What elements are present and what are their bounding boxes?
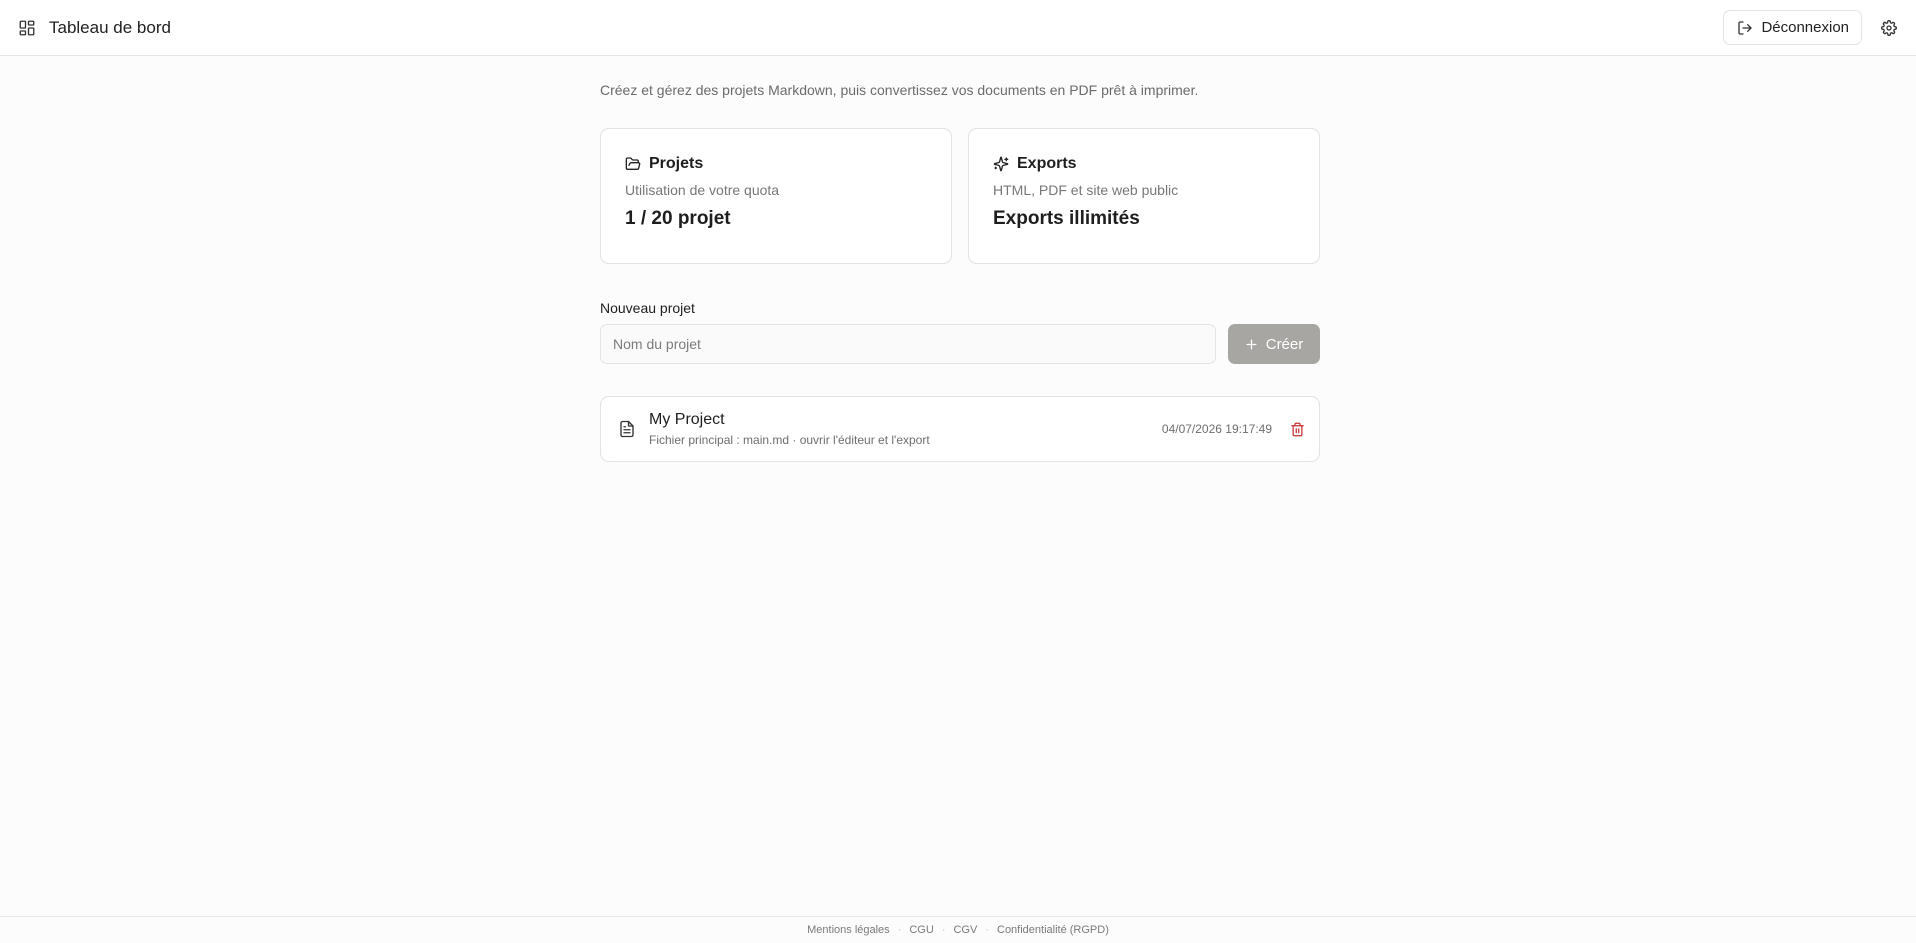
exports-card-title: Exports — [1017, 155, 1077, 172]
exports-value: Exports illimités — [993, 208, 1140, 229]
footer-link-legal[interactable]: Mentions légales — [807, 924, 890, 936]
projects-quota-value: 1 / 20 projet — [625, 208, 731, 229]
projects-card-header: Projets — [625, 155, 927, 173]
delete-project-button[interactable] — [1290, 422, 1305, 437]
brand: Tableau de bord — [18, 18, 171, 38]
logout-label: Déconnexion — [1761, 19, 1849, 36]
logout-button[interactable]: Déconnexion — [1723, 10, 1862, 45]
footer-separator: · — [985, 924, 989, 936]
exports-card: Exports HTML, PDF et site web public Exp… — [968, 128, 1320, 264]
footer-separator: · — [897, 924, 902, 936]
project-name[interactable]: My Project — [649, 411, 1162, 429]
log-out-icon — [1737, 20, 1753, 36]
exports-card-subtitle: HTML, PDF et site web public — [993, 182, 1179, 198]
create-label: Créer — [1265, 335, 1304, 353]
list-item[interactable]: My Project Fichier principal : main.md ·… — [600, 396, 1320, 462]
top-bar: Tableau de bord Déconnexion — [0, 0, 1916, 56]
project-name-input[interactable] — [600, 324, 1216, 364]
projects-card-title: Projets — [649, 155, 704, 172]
folder-open-icon — [625, 156, 641, 172]
page-title: Tableau de bord — [49, 17, 171, 37]
project-date: 04/07/2026 19:17:49 — [1161, 422, 1272, 436]
plus-icon — [1245, 338, 1258, 351]
header-actions: Déconnexion — [1723, 10, 1900, 45]
gear-icon — [1881, 19, 1897, 36]
new-project-label: Nouveau projet — [600, 300, 695, 316]
projects-card-subtitle: Utilisation de votre quota — [625, 182, 780, 198]
footer: Mentions légales · CGU · CGV · Confident… — [0, 916, 1916, 943]
footer-link-cgu[interactable]: CGU — [909, 924, 933, 936]
sparkles-icon — [993, 156, 1009, 172]
trash-icon — [1290, 422, 1305, 437]
exports-card-header: Exports — [993, 155, 1295, 173]
new-project-form: Créer — [600, 324, 1320, 364]
main-content: Créez et gérez des projets Markdown, pui… — [600, 56, 1320, 462]
stat-cards: Projets Utilisation de votre quota 1 / 2… — [600, 128, 1320, 264]
create-project-button[interactable]: Créer — [1228, 324, 1320, 364]
file-text-icon — [618, 419, 636, 439]
intro-text: Créez et gérez des projets Markdown, pui… — [600, 82, 1199, 98]
settings-button[interactable] — [1878, 17, 1900, 39]
layout-dashboard-icon — [18, 19, 36, 37]
footer-link-privacy[interactable]: Confidentialité (RGPD) — [997, 924, 1109, 936]
projects-card: Projets Utilisation de votre quota 1 / 2… — [600, 128, 952, 264]
project-info: My Project Fichier principal : main.md ·… — [649, 411, 1162, 447]
project-meta: Fichier principal : main.md · ouvrir l'é… — [649, 433, 930, 447]
footer-link-cgv[interactable]: CGV — [953, 924, 977, 936]
footer-separator: · — [941, 924, 946, 936]
